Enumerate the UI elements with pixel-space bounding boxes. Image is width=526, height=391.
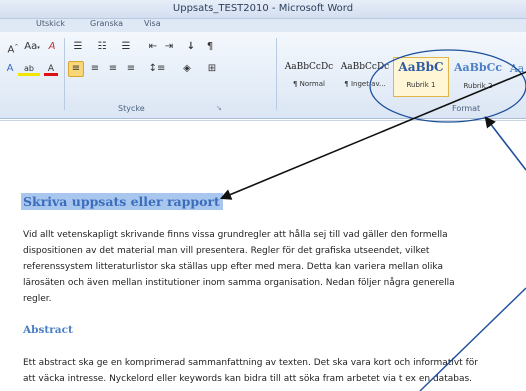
decrease-indent-icon[interactable]: ⇤: [146, 40, 160, 54]
paragraph-line[interactable]: dispositionen av det material man vill p…: [23, 243, 429, 260]
paragraph-launcher-icon[interactable]: ↘: [216, 104, 222, 112]
shading-icon[interactable]: ◈: [178, 62, 196, 76]
grow-font-icon[interactable]: A^: [6, 40, 20, 55]
document-heading-1[interactable]: Skriva uppsats eller rapport: [21, 193, 223, 210]
window-title: Uppsats_TEST2010 - Microsoft Word: [172, 3, 354, 14]
bullets-icon[interactable]: ☰: [70, 40, 86, 54]
tab-visa[interactable]: Visa: [144, 19, 161, 28]
document-heading-2[interactable]: Abstract: [23, 324, 73, 336]
paragraph-line[interactable]: att väcka intresse. Nyckelord eller keyw…: [23, 371, 472, 388]
text-effects-icon[interactable]: A: [4, 62, 16, 76]
clear-formatting-icon[interactable]: A: [46, 40, 58, 54]
sort-icon[interactable]: ↓: [184, 40, 198, 54]
style-title[interactable]: Aa: [508, 58, 526, 96]
show-formatting-icon[interactable]: ¶: [204, 40, 216, 54]
change-case-icon[interactable]: Aa▾: [22, 40, 42, 54]
increase-indent-icon[interactable]: ⇥: [162, 40, 176, 54]
style-heading-2[interactable]: AaBbCc Rubrik 2: [451, 58, 505, 96]
tab-utskick[interactable]: Utskick: [36, 19, 65, 28]
multilevel-list-icon[interactable]: ☰: [118, 40, 134, 54]
tab-granska[interactable]: Granska: [90, 19, 123, 28]
style-no-spacing[interactable]: AaBbCcDc ¶ Inget av...: [338, 58, 392, 96]
style-normal[interactable]: AaBbCcDc ¶ Normal: [282, 58, 336, 96]
text-highlight-icon[interactable]: ab: [18, 62, 40, 76]
group-separator: [276, 38, 277, 110]
page-edge: [0, 120, 526, 121]
justify-icon[interactable]: ≡: [124, 62, 138, 76]
styles-group-label: Format: [452, 104, 481, 113]
paragraph-line[interactable]: Vid allt vetenskapligt skrivande finns v…: [23, 227, 448, 244]
group-separator: [64, 38, 65, 110]
align-center-icon[interactable]: ≡: [88, 62, 102, 76]
paragraph-line[interactable]: Ett abstract ska ge en komprimerad samma…: [23, 355, 478, 372]
align-left-icon[interactable]: ≡: [68, 61, 84, 77]
borders-icon[interactable]: ⊞: [204, 62, 220, 76]
paragraph-line[interactable]: regler.: [23, 291, 52, 308]
title-bar: Uppsats_TEST2010 - Microsoft Word: [0, 0, 526, 19]
paragraph-line[interactable]: lärosäten och även mellan institutioner …: [23, 275, 455, 292]
paragraph-group-label: Stycke: [118, 104, 145, 113]
align-right-icon[interactable]: ≡: [106, 62, 120, 76]
style-heading-1[interactable]: AaBbC Rubrik 1: [393, 57, 449, 97]
ribbon-tabs: Utskick Granska Visa: [0, 19, 526, 32]
line-spacing-icon[interactable]: ↕≡: [148, 62, 166, 76]
numbering-icon[interactable]: ☷: [94, 40, 110, 54]
paragraph-line[interactable]: referenssystem litteraturlistor ska stäl…: [23, 259, 443, 276]
font-color-icon[interactable]: A: [44, 62, 58, 76]
